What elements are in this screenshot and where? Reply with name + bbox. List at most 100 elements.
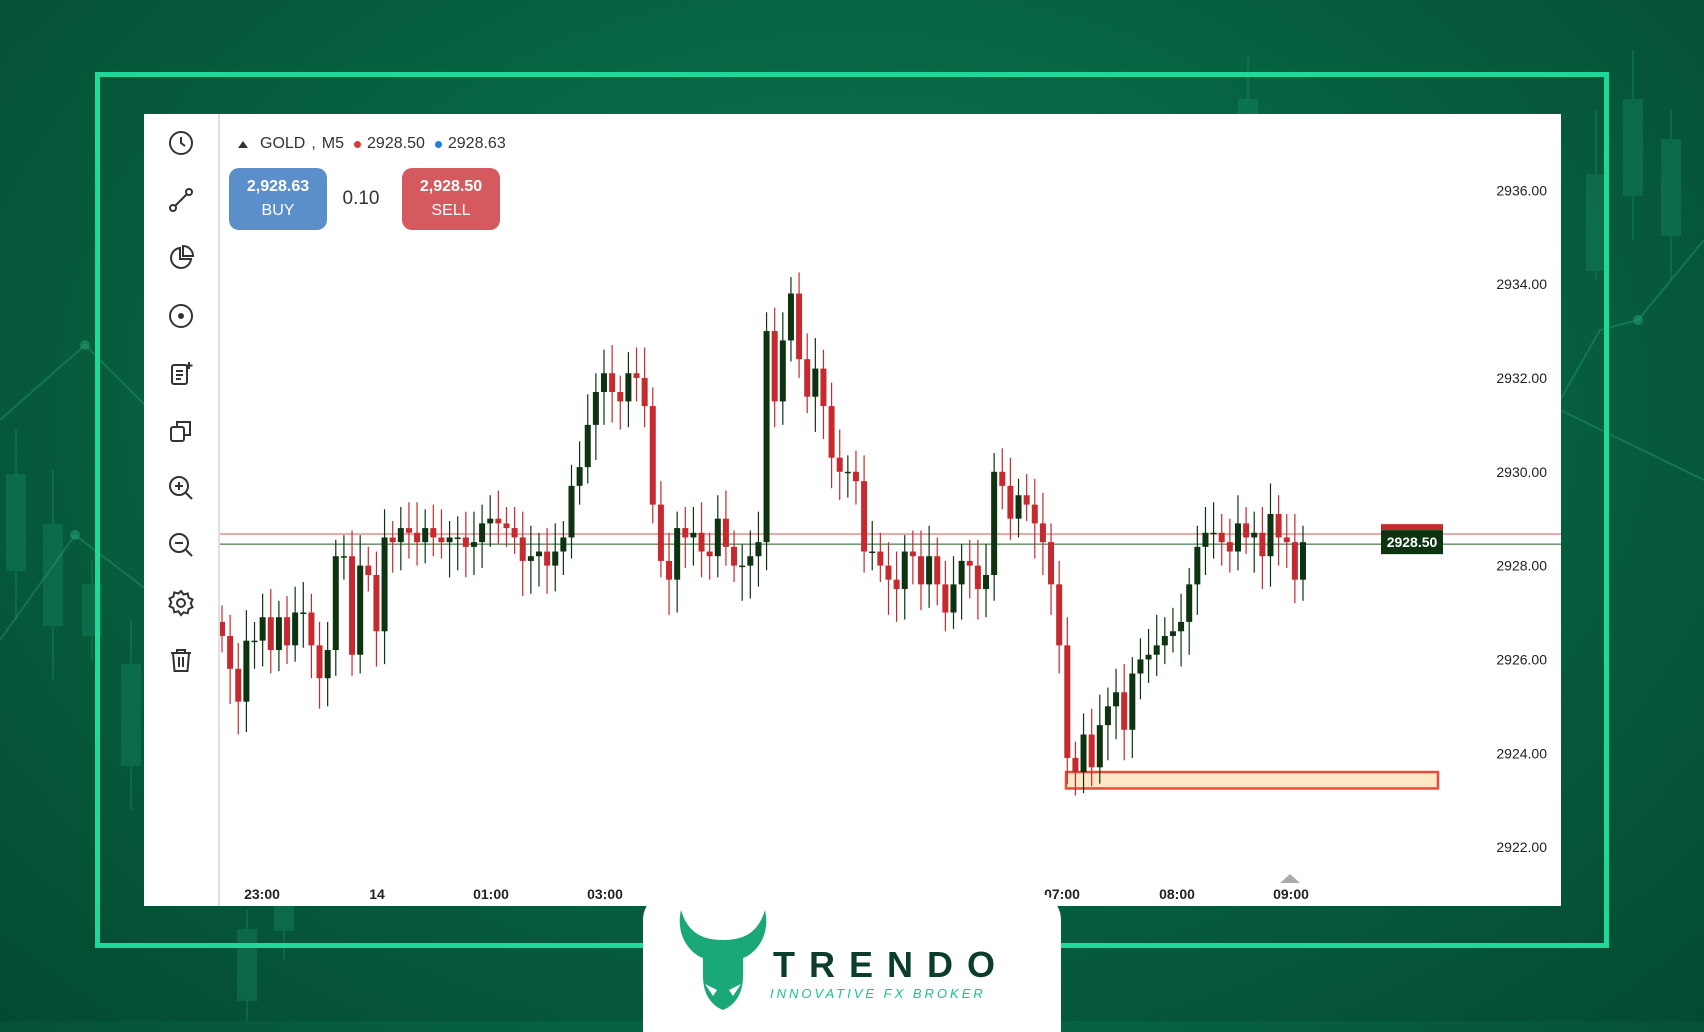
buy-label: BUY <box>261 202 295 219</box>
candle-body <box>763 331 770 543</box>
candle-body <box>243 640 250 702</box>
candle-body <box>1283 537 1290 543</box>
candle-body <box>527 556 534 561</box>
candle-body <box>706 551 713 557</box>
candle-body <box>560 537 567 552</box>
candle-body <box>235 668 242 702</box>
drawing-toolbar <box>144 114 220 906</box>
price-axis-label: 2922.00 <box>1496 839 1547 855</box>
price-chart[interactable]: 2936.00 2934.00 2932.00 2930.00 2928.00 2926.… <box>144 114 1561 906</box>
candle-body <box>284 617 291 646</box>
candle-body <box>1275 514 1282 538</box>
sell-button[interactable]: 2,928.50 SELL <box>402 168 500 230</box>
zoom-in-icon[interactable] <box>166 473 196 503</box>
candle-body <box>227 635 234 669</box>
candle-body <box>917 556 924 585</box>
candle-body <box>1039 523 1046 543</box>
candle-body <box>861 481 868 552</box>
ask-dot-icon <box>434 140 442 148</box>
lot-size[interactable]: 0.10 <box>336 188 386 210</box>
candle-body <box>674 528 681 580</box>
candle-body <box>414 532 421 543</box>
candle-body <box>869 551 876 554</box>
candle-body <box>1007 485 1014 519</box>
candle-body <box>1113 692 1120 707</box>
candle-body <box>893 579 900 590</box>
candle-body <box>519 537 526 561</box>
candle-body <box>308 612 315 646</box>
target-icon[interactable] <box>166 301 196 331</box>
candle-body <box>1251 532 1258 538</box>
price-axis-label: 2932.00 <box>1496 370 1547 386</box>
candle-body <box>787 293 794 341</box>
candle-body <box>503 523 510 529</box>
candle-body <box>1226 542 1233 552</box>
candle-body <box>739 565 746 568</box>
candle-body <box>373 574 380 632</box>
candle-body <box>974 565 981 590</box>
candle-body <box>901 551 908 590</box>
support-zone[interactable] <box>1064 770 1440 790</box>
candle-body <box>934 556 941 585</box>
candle-body <box>804 359 811 397</box>
sell-price: 2,928.50 <box>419 178 483 195</box>
candle-body <box>381 537 388 632</box>
ask-price: 2928.63 <box>447 135 506 152</box>
candle-body <box>755 542 762 557</box>
candle-body <box>1137 659 1144 674</box>
candle-body <box>690 532 697 538</box>
candle-body <box>357 565 364 655</box>
time-axis-label: 09:00 <box>1273 886 1309 902</box>
candle-body <box>511 528 518 538</box>
candle-body <box>300 612 307 615</box>
candle-body <box>267 617 274 651</box>
candle-body <box>251 640 258 643</box>
candle-body <box>1031 504 1038 524</box>
candle-body <box>1121 692 1128 730</box>
candle-body <box>292 612 299 646</box>
candle-body <box>1169 631 1176 636</box>
candle-body <box>812 368 819 397</box>
bid-dot-icon <box>354 140 362 148</box>
candle-body <box>316 645 323 679</box>
candle-body <box>495 518 502 524</box>
zoom-out-icon[interactable] <box>166 530 196 560</box>
candle-body <box>682 528 689 538</box>
candle-body <box>828 406 835 458</box>
candle-body <box>454 537 461 539</box>
candle-body <box>1064 645 1071 758</box>
candle-body <box>852 471 859 482</box>
candle-body <box>609 373 616 393</box>
copy-icon[interactable] <box>166 416 196 446</box>
candle-body <box>438 537 445 543</box>
candle-body <box>633 373 640 378</box>
candle-body <box>535 551 542 557</box>
candle-body <box>332 556 339 651</box>
clock-icon[interactable] <box>166 128 196 158</box>
candle-body <box>747 556 754 566</box>
candle-body <box>796 293 803 360</box>
candle-body <box>576 467 583 486</box>
chart-panel: 2936.00 2934.00 2932.00 2930.00 2928.00 2926.… <box>144 114 1561 906</box>
candle-body <box>1129 673 1136 730</box>
candle-body <box>942 584 949 613</box>
candle-body <box>1080 734 1087 773</box>
candle-body <box>649 406 656 505</box>
settings-icon[interactable] <box>166 588 196 618</box>
trendline-icon[interactable] <box>166 185 196 215</box>
scroll-marker-icon[interactable] <box>1280 874 1300 883</box>
brand-name: TRENDO <box>773 944 1009 985</box>
collapse-arrow-icon[interactable] <box>238 140 248 148</box>
pie-icon[interactable] <box>166 243 196 273</box>
buy-button[interactable]: 2,928.63 BUY <box>229 168 327 230</box>
candle-body <box>877 551 884 566</box>
candle-body <box>340 556 347 558</box>
candle-body <box>365 565 372 575</box>
candle-body <box>999 471 1006 486</box>
trash-icon[interactable] <box>166 645 196 675</box>
clipboard-add-icon[interactable] <box>166 358 196 388</box>
candle-body <box>1023 495 1030 505</box>
candle-body <box>714 518 721 557</box>
candle-body <box>991 471 998 575</box>
candle-body <box>722 518 729 547</box>
